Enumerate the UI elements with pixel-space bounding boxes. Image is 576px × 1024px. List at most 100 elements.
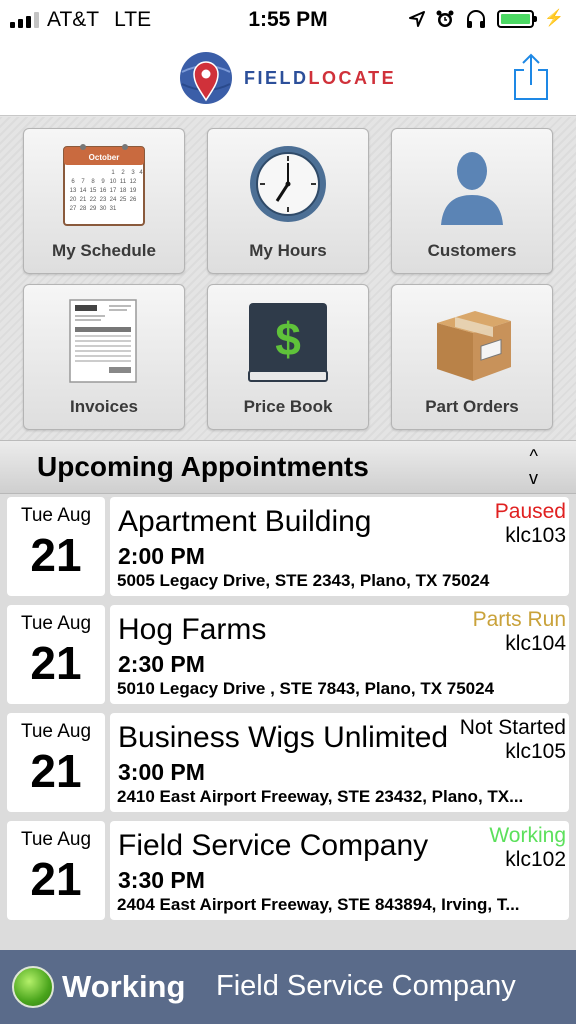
dollar-glyph: $ (275, 313, 301, 365)
appointment-row[interactable]: Tue Aug 21 Hog Farms 2:30 PM 5010 Legacy… (0, 602, 576, 704)
appointment-code: klc104 (505, 632, 566, 655)
calendar-icon: October 1234 6 7 8 9 10 11 12 13 14 15 16 17 18 19 2… (63, 144, 145, 226)
date-box: Tue Aug 21 (7, 713, 105, 812)
tile-icon-wrap: October 1234 6 7 8 9 10 11 12 13 14 15 16 17 18 19 2… (24, 143, 184, 227)
app-header: FIELDLOCATE (0, 40, 576, 116)
upcoming-appointments-header: Upcoming Appointments ^ v (0, 440, 576, 494)
appointment-row[interactable]: Tue Aug 21 Apartment Building 2:00 PM 50… (0, 494, 576, 596)
share-icon[interactable] (512, 52, 550, 102)
svg-text:27: 27 (70, 206, 77, 212)
svg-text:18: 18 (120, 188, 127, 194)
sort-up-icon[interactable]: ^ (530, 447, 538, 465)
appointment-date: 21 (30, 853, 82, 905)
appointment-time: 2:00 PM (118, 543, 205, 569)
appointment-day: Tue Aug (20, 721, 92, 742)
my-schedule-tile[interactable]: October 1234 6 7 8 9 10 11 12 13 14 15 16 17 18 19 2… (23, 128, 185, 274)
appointment-status: Not Started (459, 716, 566, 739)
part-orders-tile[interactable]: Part Orders (391, 284, 553, 430)
appointment-code: klc103 (505, 524, 566, 547)
current-job-bar[interactable]: Working Field Service Company (0, 950, 576, 1024)
svg-text:20: 20 (70, 197, 77, 203)
tile-icon-wrap: $ (208, 299, 368, 385)
tile-label: My Hours (249, 241, 327, 260)
svg-text:22: 22 (90, 197, 97, 203)
appointment-address: 5005 Legacy Drive, STE 2343, Plano, TX 7… (117, 571, 490, 590)
date-box: Tue Aug 21 (7, 497, 105, 596)
tile-label: Invoices (69, 397, 139, 416)
map-pin-globe-icon (180, 52, 232, 104)
customers-tile[interactable]: Customers (391, 128, 553, 274)
appointment-card[interactable]: Business Wigs Unlimited 3:00 PM 2410 Eas… (110, 713, 569, 812)
appointment-time: 3:00 PM (118, 759, 205, 785)
svg-text:10: 10 (110, 179, 117, 185)
svg-text:24: 24 (110, 197, 117, 203)
svg-text:12: 12 (130, 179, 137, 185)
appointment-list: Tue Aug 21 Apartment Building 2:00 PM 50… (0, 494, 576, 950)
logo-field-text: FIELD (244, 67, 309, 88)
appointment-status: Paused (494, 500, 566, 523)
date-box: Tue Aug 21 (7, 605, 105, 704)
calendar-month: October (89, 153, 120, 162)
svg-text:13: 13 (70, 188, 77, 194)
appointment-name: Hog Farms (118, 613, 267, 646)
logo-wordmark: FIELDLOCATE (244, 68, 396, 89)
svg-text:29: 29 (90, 206, 97, 212)
person-icon (441, 152, 503, 225)
appointment-day: Tue Aug (20, 829, 92, 850)
appointment-name: Field Service Company (118, 829, 429, 862)
appointment-code: klc102 (505, 848, 566, 871)
battery-icon (497, 10, 538, 28)
appointment-row[interactable]: Tue Aug 21 Field Service Company 3:30 PM… (0, 818, 576, 920)
package-icon (437, 311, 511, 381)
tile-icon-wrap (208, 143, 368, 225)
section-title: Upcoming Appointments (37, 451, 369, 482)
svg-text:16: 16 (100, 188, 107, 194)
appointment-card[interactable]: Field Service Company 3:30 PM 2404 East … (110, 821, 569, 920)
headphones-icon (467, 10, 486, 28)
clock-icon (250, 146, 326, 222)
appointment-name: Apartment Building (118, 505, 372, 538)
current-status-label: Working (62, 969, 186, 1004)
status-indicator-icon (12, 966, 54, 1008)
sort-down-icon[interactable]: v (529, 469, 538, 487)
appointment-day: Tue Aug (20, 613, 92, 634)
appointment-time: 3:30 PM (118, 867, 205, 893)
charging-bolt-icon: ⚡ (544, 10, 564, 27)
svg-text:11: 11 (120, 179, 127, 185)
alarm-icon (436, 10, 454, 27)
price-book-tile[interactable]: $ Price Book (207, 284, 369, 430)
tile-icon-wrap (392, 143, 552, 225)
appointment-row[interactable]: Tue Aug 21 Business Wigs Unlimited 3:00 … (0, 710, 576, 812)
location-arrow-icon (409, 11, 426, 27)
menu-grid: October 1234 6 7 8 9 10 11 12 13 14 15 16 17 18 19 2… (0, 117, 576, 440)
invoices-tile[interactable]: Invoices (23, 284, 185, 430)
appointment-address: 2404 East Airport Freeway, STE 843894, I… (117, 895, 520, 914)
my-hours-tile[interactable]: My Hours (207, 128, 369, 274)
tile-label: Customers (427, 241, 517, 260)
tile-label: Part Orders (425, 397, 519, 416)
status-icons: ⚡ (409, 8, 564, 30)
svg-text:30: 30 (100, 206, 107, 212)
svg-text:23: 23 (100, 197, 107, 203)
appointment-address: 2410 East Airport Freeway, STE 23432, Pl… (117, 787, 524, 806)
tile-icon-wrap (24, 299, 184, 385)
appointment-card[interactable]: Hog Farms 2:30 PM 5010 Legacy Drive , ST… (110, 605, 569, 704)
svg-text:26: 26 (130, 197, 137, 203)
appointment-status: Working (489, 824, 566, 847)
price-book-icon: $ (248, 303, 328, 382)
status-bar: AT&T LTE 1:55 PM ⚡ (0, 0, 576, 40)
svg-text:21: 21 (80, 197, 87, 203)
appointment-name: Business Wigs Unlimited (118, 721, 449, 754)
fieldlocate-logo: FIELDLOCATE (178, 50, 396, 106)
appointment-date: 21 (30, 529, 82, 581)
tile-label: My Schedule (52, 241, 156, 260)
appointment-code: klc105 (505, 740, 566, 763)
appointment-status: Parts Run (472, 608, 566, 631)
appointment-card[interactable]: Apartment Building 2:00 PM 5005 Legacy D… (110, 497, 569, 596)
appointment-time: 2:30 PM (118, 651, 205, 677)
tile-icon-wrap (392, 299, 552, 385)
logo-locate-text: LOCATE (308, 67, 397, 88)
svg-text:17: 17 (110, 188, 117, 194)
appointment-address: 5010 Legacy Drive , STE 7843, Plano, TX … (117, 679, 495, 698)
svg-text:19: 19 (130, 188, 137, 194)
